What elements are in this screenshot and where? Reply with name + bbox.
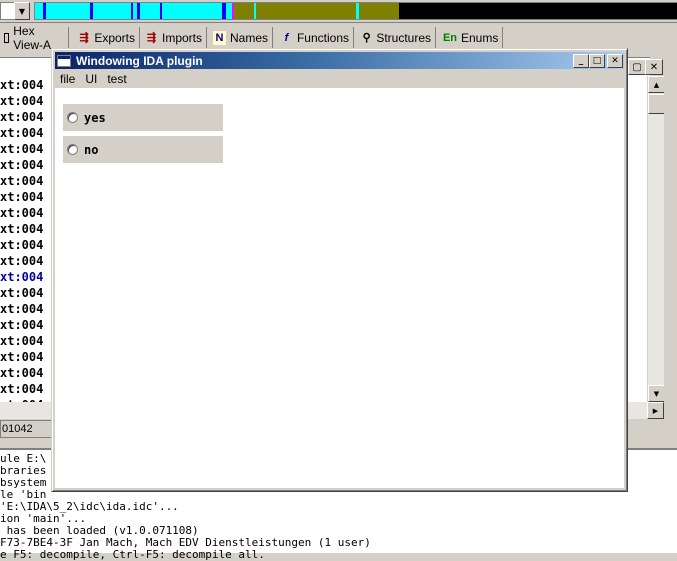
tab-functions[interactable]: f Functions xyxy=(276,27,354,48)
disasm-line[interactable]: xt:004 xyxy=(0,78,43,92)
output-line: e F5: decompile, Ctrl-F5: decompile all. xyxy=(0,548,265,561)
disasm-line[interactable]: xt:004 xyxy=(0,222,43,236)
plugin-client-area: yes no xyxy=(55,88,624,488)
tab-hex-view[interactable]: Hex View-A xyxy=(0,24,69,52)
nav-segment xyxy=(234,3,254,19)
tab-label: Imports xyxy=(161,30,202,45)
radio-yes[interactable]: yes xyxy=(63,104,223,131)
arrow-right-icon: ▶ xyxy=(652,406,659,415)
close-button[interactable]: ✕ xyxy=(607,54,623,68)
combo-dropdown-button[interactable]: ▼ xyxy=(14,2,30,20)
nav-segment xyxy=(256,3,356,19)
disasm-line[interactable]: xt:004 xyxy=(0,318,43,332)
navigation-band[interactable] xyxy=(34,2,677,20)
imports-icon: ⇶ xyxy=(146,32,157,44)
radio-circle-icon[interactable] xyxy=(67,144,78,155)
tab-label: Exports xyxy=(94,30,135,45)
tab-enums[interactable]: En Enums xyxy=(439,27,503,48)
disasm-line[interactable]: xt:004 xyxy=(0,302,43,316)
nav-segment xyxy=(162,3,222,19)
scroll-right-button[interactable]: ▶ xyxy=(647,402,664,419)
disasm-line[interactable]: xt:004 xyxy=(0,254,43,268)
top-toolbar: ▼ xyxy=(0,0,677,23)
disasm-line[interactable]: xt:004 xyxy=(0,350,43,364)
disasm-line[interactable]: xt:004 xyxy=(0,270,43,284)
menu-file[interactable]: file xyxy=(55,72,80,86)
restore-button[interactable]: ▢ xyxy=(628,59,646,75)
scroll-thumb[interactable] xyxy=(648,94,665,114)
tab-label: Enums xyxy=(461,30,499,45)
close-icon: ✕ xyxy=(611,56,619,66)
functions-icon: f xyxy=(284,31,289,44)
tab-structures[interactable]: ⚲ Structures xyxy=(357,27,436,48)
nav-segment xyxy=(399,3,677,19)
minimize-button[interactable]: _ xyxy=(573,54,589,68)
minimize-icon: _ xyxy=(578,56,584,66)
disasm-line[interactable]: xt:004 xyxy=(0,110,43,124)
maximize-button[interactable]: □ xyxy=(589,54,605,68)
plugin-titlebar[interactable]: Windowing IDA plugin _ □ ✕ xyxy=(55,52,624,69)
disasm-line[interactable]: xt:004 xyxy=(0,190,43,204)
vertical-scrollbar[interactable]: ▲ ▼ xyxy=(647,76,665,402)
disasm-line[interactable]: xt:004 xyxy=(0,174,43,188)
enums-icon: En xyxy=(442,31,458,44)
radio-circle-icon[interactable] xyxy=(67,112,78,123)
hex-icon xyxy=(4,32,10,43)
chevron-down-icon: ▼ xyxy=(18,6,26,16)
tab-label: Names xyxy=(229,30,268,45)
tab-names[interactable]: N Names xyxy=(209,27,273,48)
nav-segment xyxy=(359,3,399,19)
nav-segment xyxy=(93,3,131,19)
maximize-icon: □ xyxy=(592,56,602,66)
disasm-line[interactable]: xt:004 xyxy=(0,238,43,252)
nav-segment xyxy=(35,3,43,19)
disasm-line[interactable]: xt:004 xyxy=(0,366,43,380)
disasm-line[interactable]: xt:004 xyxy=(0,206,43,220)
names-icon: N xyxy=(213,30,226,45)
scroll-up-button[interactable]: ▲ xyxy=(648,76,665,93)
radio-label: yes xyxy=(84,110,106,125)
menu-ui[interactable]: UI xyxy=(80,72,102,86)
nav-segment xyxy=(46,3,90,19)
tab-label: Functions xyxy=(296,30,349,45)
tab-imports[interactable]: ⇶ Imports xyxy=(141,27,207,48)
exports-icon: ⇶ xyxy=(79,32,89,44)
radio-label: no xyxy=(84,142,99,157)
tab-label: Structures xyxy=(376,30,431,45)
close-view-button[interactable]: ✕ xyxy=(645,59,663,75)
address-indicator: 01042 xyxy=(0,420,55,438)
nav-segment xyxy=(140,3,160,19)
plugin-window: Windowing IDA plugin _ □ ✕ file UI test … xyxy=(51,48,628,492)
radio-no[interactable]: no xyxy=(63,136,223,163)
restore-icon: ▢ xyxy=(632,61,642,73)
window-icon xyxy=(57,54,71,67)
disasm-line[interactable]: xt:004 xyxy=(0,334,43,348)
arrow-down-icon: ▼ xyxy=(653,389,660,398)
close-icon: ✕ xyxy=(649,61,659,73)
disasm-line[interactable]: xt:004 xyxy=(0,286,43,300)
disasm-line[interactable]: xt:004 xyxy=(0,158,43,172)
arrow-up-icon: ▲ xyxy=(653,80,660,89)
disasm-line[interactable]: xt:004 xyxy=(0,94,43,108)
plugin-menubar: file UI test xyxy=(55,70,624,88)
structures-icon: ⚲ xyxy=(362,32,371,44)
scroll-down-button[interactable]: ▼ xyxy=(648,385,665,402)
tab-exports[interactable]: ⇶ Exports xyxy=(74,27,140,48)
tab-bar: Hex View-A ⇶ Exports ⇶ Imports N Names f… xyxy=(0,24,677,52)
plugin-title: Windowing IDA plugin xyxy=(76,53,203,68)
disasm-line[interactable]: xt:004 xyxy=(0,126,43,140)
side-panel xyxy=(664,57,677,457)
disasm-line[interactable]: xt:004 xyxy=(0,142,43,156)
disasm-line[interactable]: xt:004 xyxy=(0,382,43,396)
menu-test[interactable]: test xyxy=(102,72,131,86)
